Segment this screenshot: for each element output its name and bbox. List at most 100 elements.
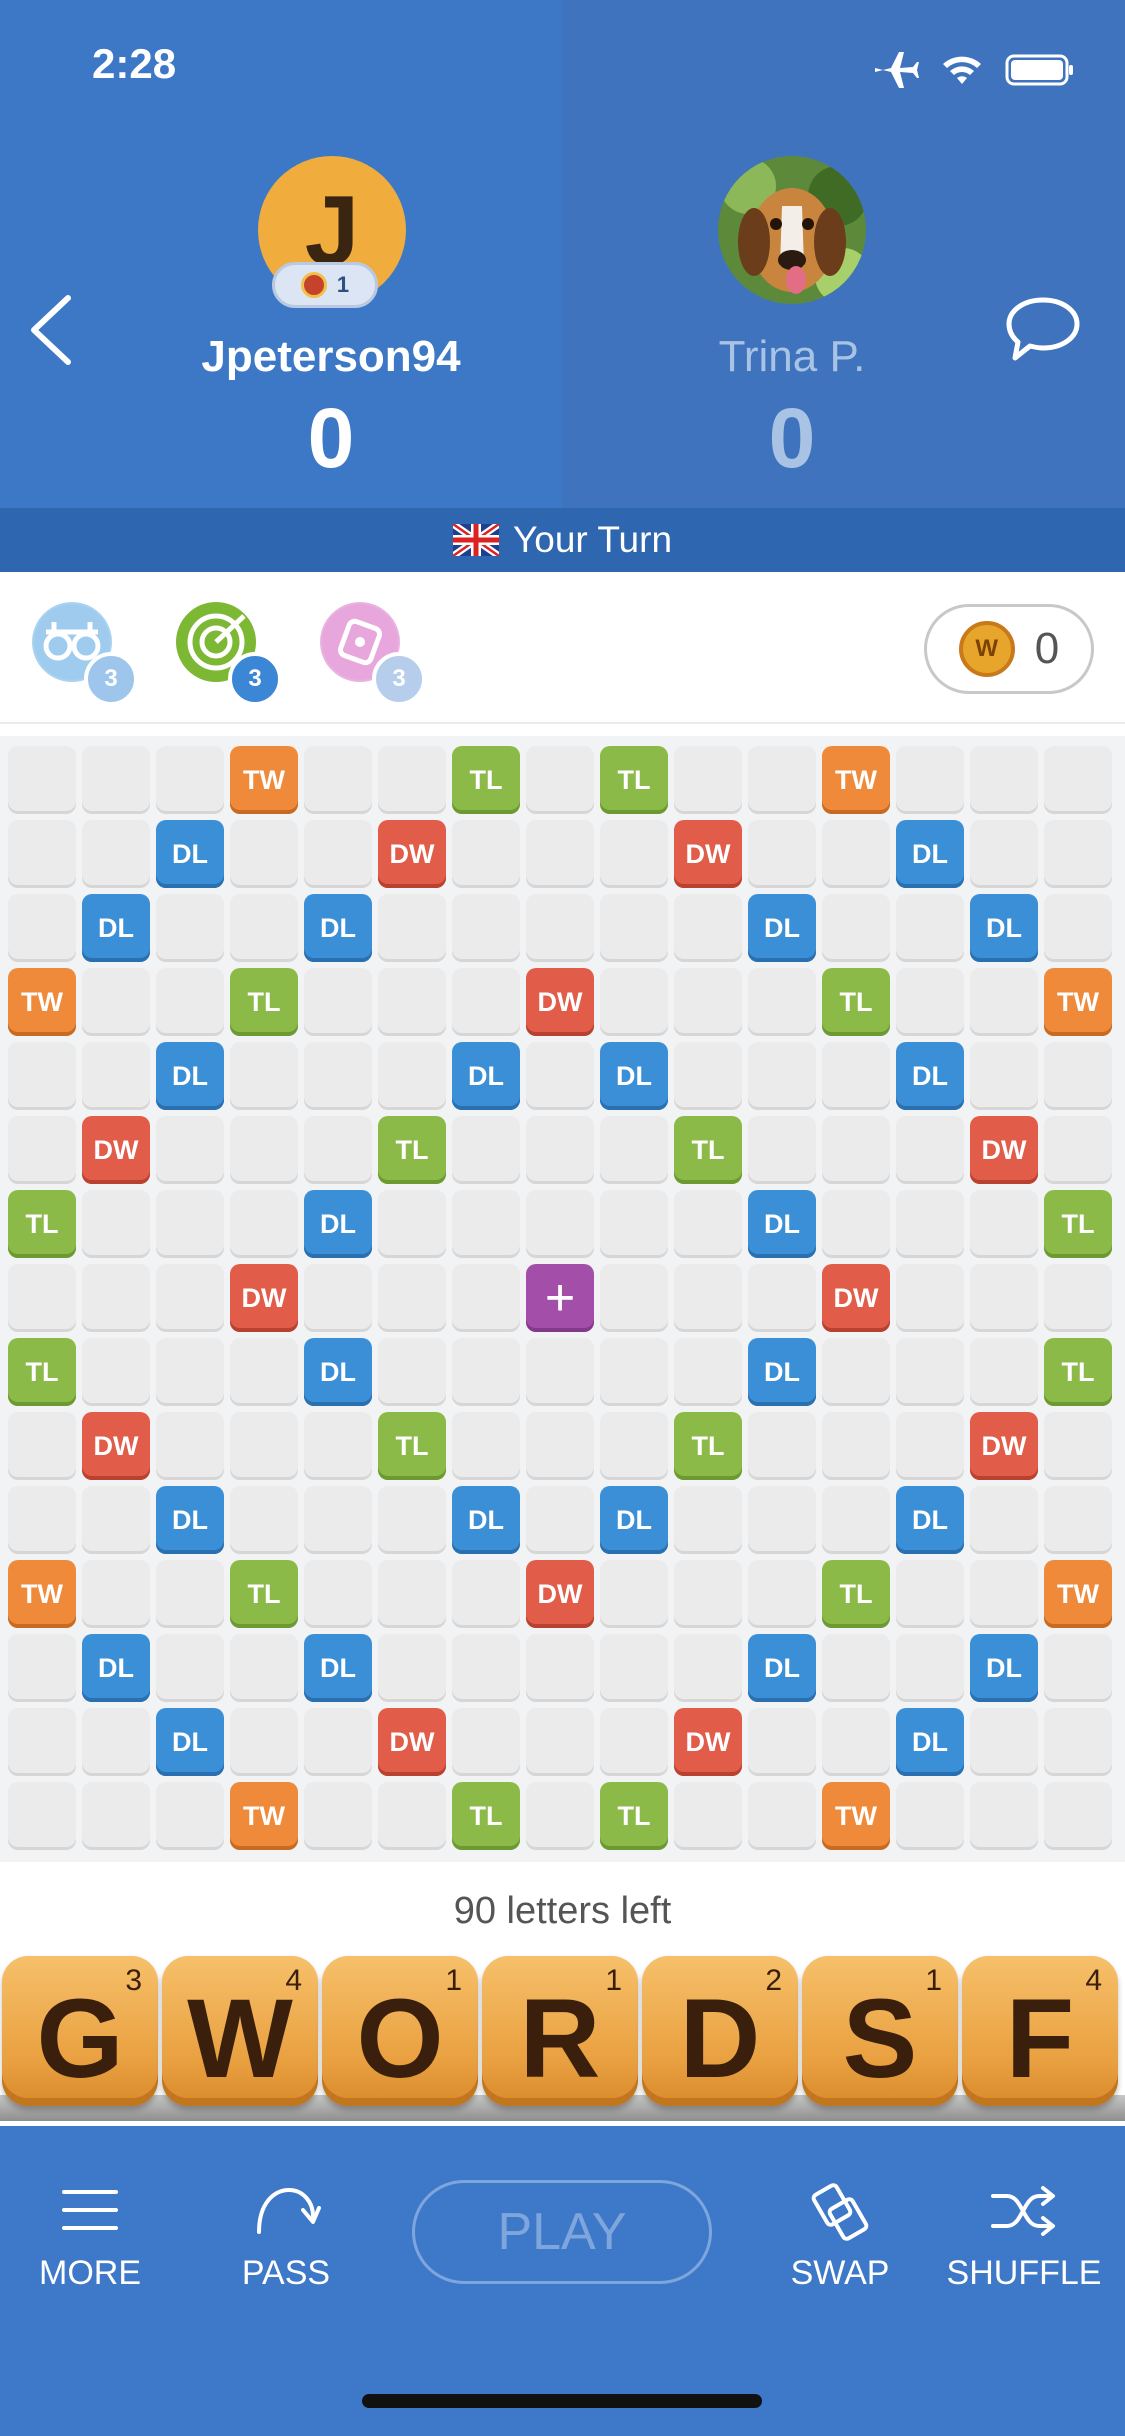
board-cell[interactable] — [8, 820, 76, 888]
board-cell[interactable] — [378, 1782, 446, 1850]
board-cell-tl[interactable]: TL — [8, 1190, 76, 1258]
board-cell[interactable] — [452, 968, 520, 1036]
board-cell[interactable] — [156, 1560, 224, 1628]
board-cell[interactable] — [378, 1264, 446, 1332]
board-cell-tl[interactable]: TL — [822, 968, 890, 1036]
board-cell[interactable] — [600, 1190, 668, 1258]
board-cell[interactable] — [748, 968, 816, 1036]
board-cell-tw[interactable]: TW — [1044, 1560, 1112, 1628]
board-cell[interactable] — [748, 746, 816, 814]
board-cell[interactable] — [748, 1412, 816, 1480]
board-cell[interactable] — [304, 1412, 372, 1480]
board-cell[interactable] — [600, 1116, 668, 1184]
board-cell-dl[interactable]: DL — [896, 1042, 964, 1110]
board-cell[interactable] — [674, 1264, 742, 1332]
board-cell[interactable] — [748, 1782, 816, 1850]
pass-button[interactable]: PASS — [206, 2180, 366, 2293]
board-cell[interactable] — [822, 1708, 890, 1776]
board-cell[interactable] — [600, 1634, 668, 1702]
board-cell-dl[interactable]: DL — [748, 1338, 816, 1406]
board-cell[interactable] — [1044, 1264, 1112, 1332]
board-cell-dl[interactable]: DL — [600, 1042, 668, 1110]
board-cell[interactable] — [230, 894, 298, 962]
board-cell-dw[interactable]: DW — [822, 1264, 890, 1332]
board-cell[interactable] — [1044, 1042, 1112, 1110]
board-cell[interactable] — [452, 894, 520, 962]
board-cell-tl[interactable]: TL — [822, 1560, 890, 1628]
board-cell[interactable] — [896, 968, 964, 1036]
board-cell[interactable] — [230, 1412, 298, 1480]
board-cell[interactable] — [526, 1412, 594, 1480]
board-cell[interactable] — [600, 1338, 668, 1406]
board-cell-dw[interactable]: DW — [378, 820, 446, 888]
board-cell[interactable] — [526, 1190, 594, 1258]
board-cell[interactable] — [8, 1116, 76, 1184]
board-cell[interactable] — [1044, 820, 1112, 888]
board-cell-dl[interactable]: DL — [156, 1042, 224, 1110]
board-cell[interactable] — [82, 1782, 150, 1850]
board-cell[interactable] — [526, 1486, 594, 1554]
board-cell[interactable] — [526, 1782, 594, 1850]
board-cell[interactable] — [970, 1264, 1038, 1332]
board-cell-dl[interactable]: DL — [304, 1634, 372, 1702]
board-cell-tl[interactable]: TL — [1044, 1338, 1112, 1406]
board-cell[interactable] — [970, 1042, 1038, 1110]
board-cell-tl[interactable]: TL — [378, 1116, 446, 1184]
board-cell-center[interactable]: + — [526, 1264, 594, 1332]
board-cell[interactable] — [674, 1190, 742, 1258]
board-cell-dl[interactable]: DL — [156, 820, 224, 888]
board-cell-dl[interactable]: DL — [156, 1486, 224, 1554]
board-cell-dl[interactable]: DL — [896, 1708, 964, 1776]
board-cell-dw[interactable]: DW — [970, 1412, 1038, 1480]
board-cell[interactable] — [230, 1116, 298, 1184]
board-cell[interactable] — [230, 1708, 298, 1776]
board-cell[interactable] — [822, 1190, 890, 1258]
board-cell[interactable] — [526, 1708, 594, 1776]
board-cell-tl[interactable]: TL — [378, 1412, 446, 1480]
hindsight-powerup[interactable]: 3 — [176, 602, 282, 706]
board-cell[interactable] — [8, 1264, 76, 1332]
board-cell[interactable] — [822, 1486, 890, 1554]
board-cell[interactable] — [82, 1338, 150, 1406]
board-cell[interactable] — [230, 820, 298, 888]
board-cell-tw[interactable]: TW — [230, 746, 298, 814]
board-cell[interactable] — [748, 820, 816, 888]
board-cell[interactable] — [378, 1634, 446, 1702]
board-cell[interactable] — [674, 894, 742, 962]
board-cell[interactable] — [1044, 894, 1112, 962]
board-cell[interactable] — [822, 1116, 890, 1184]
board-cell[interactable] — [526, 820, 594, 888]
board-cell[interactable] — [822, 1042, 890, 1110]
board-cell[interactable] — [822, 820, 890, 888]
letter-tile[interactable]: O1 — [322, 1956, 478, 2106]
board-cell[interactable] — [896, 1560, 964, 1628]
board-cell[interactable] — [452, 1264, 520, 1332]
board-cell[interactable] — [378, 1338, 446, 1406]
board-cell-dw[interactable]: DW — [526, 968, 594, 1036]
board-cell[interactable] — [1044, 1708, 1112, 1776]
board-cell[interactable] — [452, 1412, 520, 1480]
board-cell[interactable] — [674, 1634, 742, 1702]
board-cell-dl[interactable]: DL — [156, 1708, 224, 1776]
board-cell-dl[interactable]: DL — [304, 894, 372, 962]
board-cell-tl[interactable]: TL — [452, 746, 520, 814]
board-cell[interactable] — [600, 1264, 668, 1332]
board-cell[interactable] — [970, 1486, 1038, 1554]
board-cell[interactable] — [748, 1560, 816, 1628]
play-button[interactable]: PLAY — [412, 2180, 712, 2284]
board-cell-dw[interactable]: DW — [674, 1708, 742, 1776]
board-cell[interactable] — [452, 1116, 520, 1184]
board-cell[interactable] — [8, 746, 76, 814]
opponent-avatar[interactable] — [718, 156, 866, 304]
board-cell-dw[interactable]: DW — [230, 1264, 298, 1332]
board-cell[interactable] — [378, 1486, 446, 1554]
board-cell[interactable] — [896, 1782, 964, 1850]
board-cell[interactable] — [8, 1708, 76, 1776]
board-cell[interactable] — [748, 1042, 816, 1110]
shuffle-button[interactable]: SHUFFLE — [944, 2180, 1104, 2293]
board-cell-tw[interactable]: TW — [230, 1782, 298, 1850]
board-cell[interactable] — [1044, 1412, 1112, 1480]
board-cell[interactable] — [970, 1190, 1038, 1258]
board-cell-tl[interactable]: TL — [230, 1560, 298, 1628]
board-cell[interactable] — [748, 1708, 816, 1776]
